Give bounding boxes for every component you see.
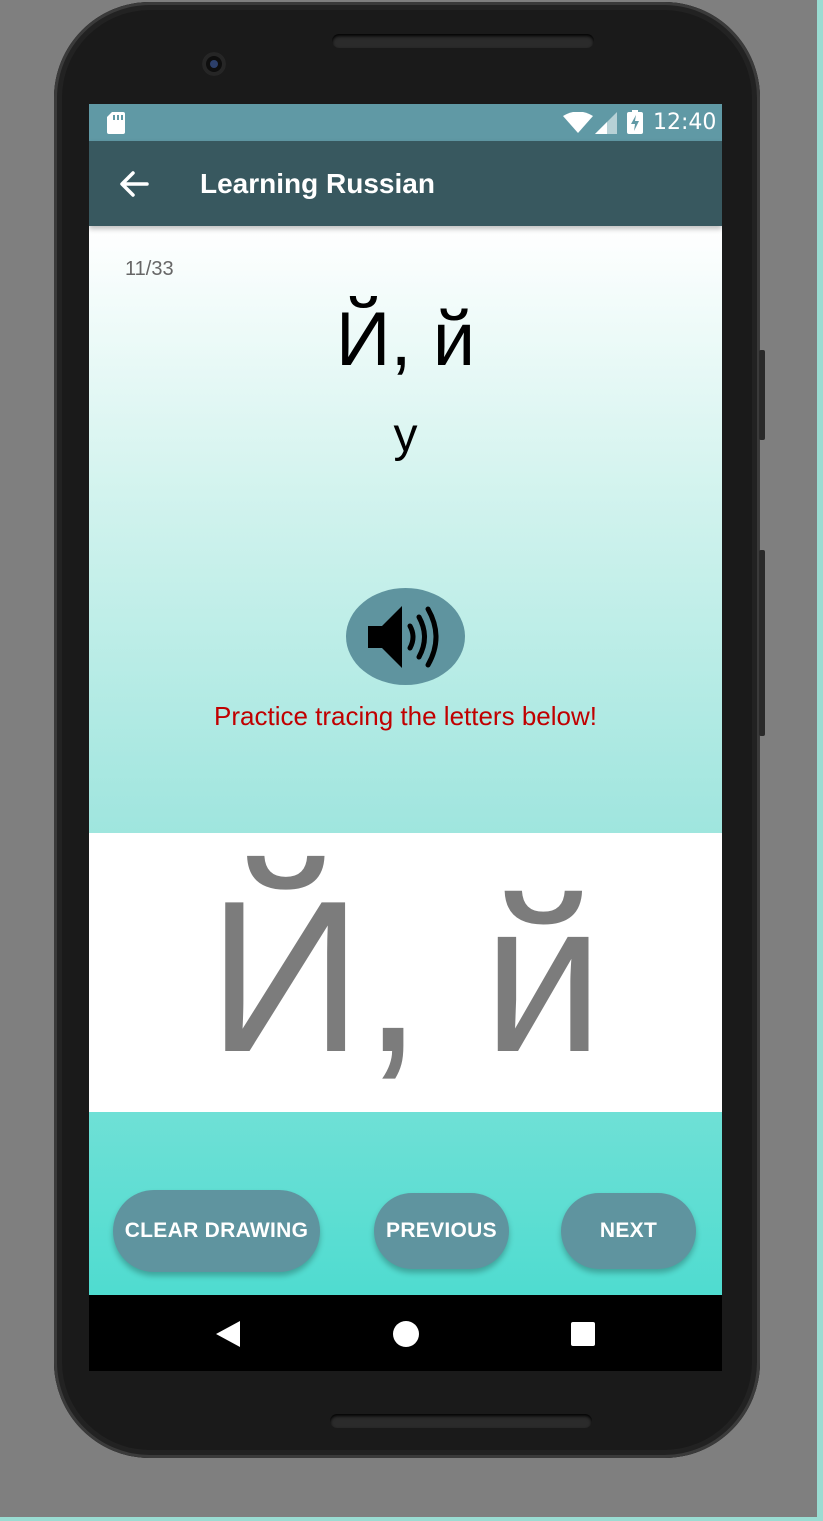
background-strip [817, 0, 823, 1521]
volume-button [759, 350, 765, 440]
wifi-icon [563, 112, 593, 133]
drawing-canvas[interactable]: Й, й [89, 833, 722, 1112]
transliteration: y [393, 409, 418, 462]
play-sound-button[interactable] [346, 588, 465, 685]
signal-icon [595, 112, 617, 134]
background-strip-bottom [0, 1517, 823, 1521]
status-time: 12:40 [653, 110, 717, 135]
bottom-speaker [330, 1414, 592, 1428]
status-bar: 12:40 [89, 104, 722, 141]
letter-display: Й, й [335, 297, 476, 382]
system-nav-bar [89, 1295, 722, 1371]
lesson-counter: 11/33 [125, 258, 174, 280]
app-bar: Learning Russian [89, 141, 722, 226]
speaker-volume-icon [368, 606, 439, 668]
sd-card-icon [107, 112, 125, 134]
nav-home-icon[interactable] [393, 1321, 419, 1347]
next-button[interactable]: NEXT [561, 1193, 696, 1269]
nav-back-icon[interactable] [216, 1321, 240, 1347]
nav-recents-icon[interactable] [571, 1322, 595, 1346]
tracing-instruction: Practice tracing the letters below! [214, 701, 597, 731]
front-camera-icon [202, 52, 226, 76]
trace-letter-guide: Й, й [207, 855, 604, 1097]
arrow-left-icon[interactable] [113, 163, 155, 205]
previous-button[interactable]: PREVIOUS [374, 1193, 509, 1269]
battery-charging-icon [627, 110, 643, 134]
page-title: Learning Russian [200, 168, 435, 199]
lesson-content: 11/33 Й, й y Practice tracing the letter… [89, 226, 722, 1295]
earpiece-speaker [332, 34, 594, 48]
power-button [759, 550, 765, 736]
device-screen: 12:40 Learning Russian 11/33 Й, й y Prac… [89, 104, 722, 1371]
clear-drawing-button[interactable]: CLEAR DRAWING [113, 1190, 320, 1272]
